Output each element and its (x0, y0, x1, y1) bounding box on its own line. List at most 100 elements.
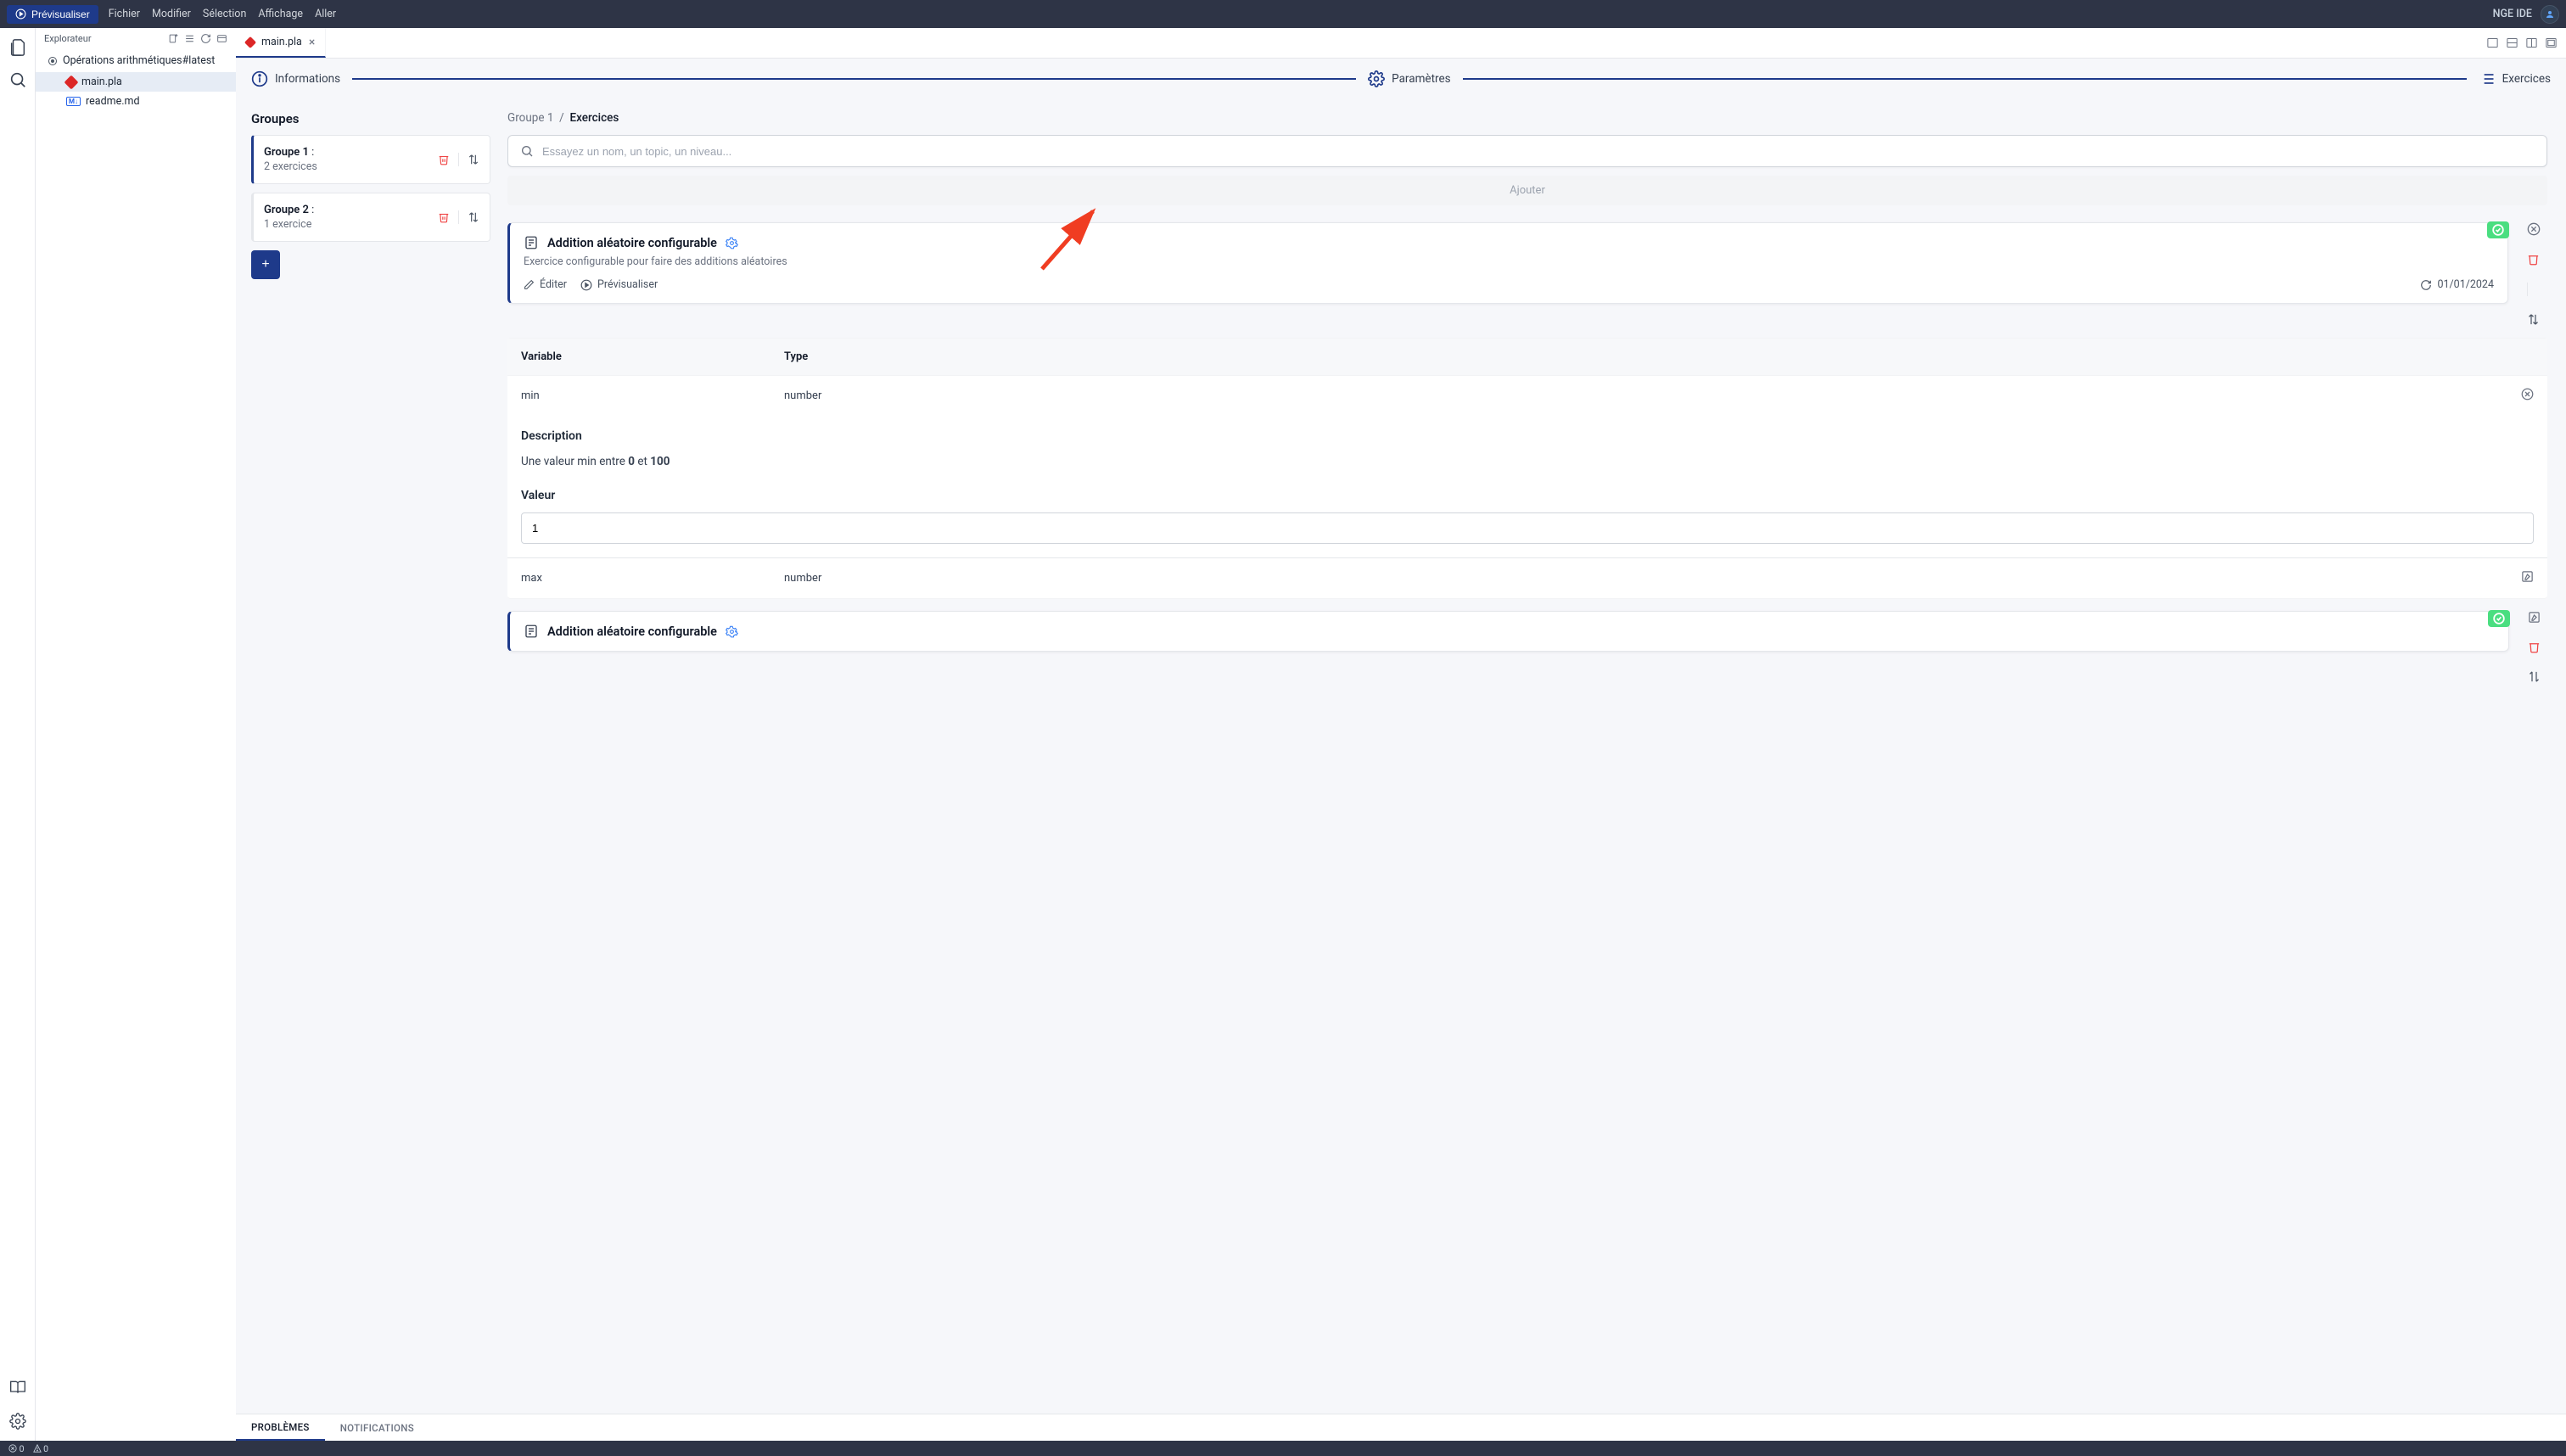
menu-go[interactable]: Aller (315, 8, 336, 20)
gear-icon[interactable] (726, 237, 738, 249)
activity-bar (0, 28, 36, 1441)
var-type: number (784, 389, 2500, 402)
search-icon (8, 70, 27, 89)
status-warnings[interactable]: 0 (33, 1443, 49, 1454)
add-group-button[interactable]: + (251, 250, 280, 279)
remove-circle-icon[interactable] (2527, 222, 2541, 236)
sort-icon[interactable] (468, 154, 479, 165)
trash-icon[interactable] (2528, 641, 2541, 653)
explorer-panel: Explorateur Opérations arithmétiques#lat… (36, 28, 236, 1441)
groups-title: Groupes (251, 111, 490, 126)
pla-file-icon (244, 36, 256, 48)
col-type: Type (784, 350, 2500, 363)
edit-button[interactable]: Éditer (524, 278, 567, 291)
info-icon (251, 70, 268, 87)
edit-square-icon[interactable] (2528, 611, 2541, 624)
group-card-2[interactable]: Groupe 2 : 1 exercice (251, 193, 490, 242)
exercise-card[interactable]: Addition aléatoire configurable (507, 611, 2509, 652)
status-errors[interactable]: 0 (8, 1443, 25, 1454)
exercise-card[interactable]: Addition aléatoire configurable Exercice… (507, 222, 2508, 304)
nav-label: Paramètres (1392, 72, 1450, 86)
settings-action[interactable] (7, 1410, 29, 1432)
nav-exercices[interactable]: Exercices (2479, 70, 2551, 87)
menu-selection[interactable]: Sélection (203, 8, 246, 20)
exercise-side-actions (2521, 611, 2547, 683)
breadcrumb-current: Exercices (569, 111, 619, 125)
status-badge (2487, 221, 2509, 238)
refresh-icon[interactable] (200, 33, 211, 44)
play-circle-icon (15, 8, 26, 20)
nav-label: Informations (275, 72, 340, 86)
menu-edit[interactable]: Modifier (152, 8, 191, 20)
check-circle-icon (2493, 613, 2505, 624)
trash-icon[interactable] (2527, 253, 2540, 266)
table-row: min number (507, 375, 2547, 416)
section-nav: Informations Paramètres Exercices (251, 70, 2551, 87)
docs-action[interactable] (7, 1376, 29, 1398)
exercise-side-actions (2520, 222, 2547, 326)
user-icon (2545, 9, 2555, 20)
remove-circle-icon[interactable] (2521, 388, 2534, 400)
close-panel-icon[interactable] (216, 33, 227, 44)
group-card-1[interactable]: Groupe 1 : 2 exercices (251, 135, 490, 184)
file-readme[interactable]: M↓ readme.md (36, 92, 236, 111)
trash-icon[interactable] (438, 154, 450, 165)
action-label: Éditer (540, 278, 567, 291)
action-label: Prévisualiser (597, 278, 658, 291)
table-header: Variable Type (507, 339, 2547, 375)
nav-informations[interactable]: Informations (251, 70, 340, 87)
md-file-icon: M↓ (66, 97, 81, 106)
tab-main-pla[interactable]: main.pla × (236, 28, 326, 58)
search-action[interactable] (7, 69, 29, 91)
explorer-action[interactable] (7, 36, 29, 59)
close-icon[interactable]: × (309, 36, 315, 49)
warning-icon (33, 1444, 42, 1453)
exercise-date: 01/01/2024 (2420, 278, 2494, 291)
sort-icon[interactable] (468, 211, 479, 223)
run-preview-button[interactable]: Prévisualiser (7, 5, 98, 24)
menu-bar: Fichier Modifier Sélection Affichage All… (109, 8, 336, 20)
menu-file[interactable]: Fichier (109, 8, 140, 20)
tab-label: main.pla (261, 36, 302, 48)
target-icon (48, 56, 58, 66)
tab-notifications[interactable]: Notifications (325, 1414, 429, 1441)
collapse-icon[interactable] (184, 33, 195, 44)
group-subtitle: 1 exercice (264, 218, 438, 231)
sort-icon[interactable] (2527, 313, 2540, 326)
search-box[interactable] (507, 135, 2547, 167)
add-exercise-button[interactable]: Ajouter (507, 176, 2547, 205)
preview-button[interactable]: Prévisualiser (580, 278, 658, 291)
search-input[interactable] (542, 145, 2535, 158)
breadcrumb-item[interactable]: Groupe 1 (507, 111, 553, 125)
layout-4-icon[interactable] (2545, 36, 2558, 49)
value-title: Valeur (521, 489, 2534, 502)
explorer-title: Explorateur (44, 33, 163, 44)
gear-icon (1368, 70, 1385, 87)
group-name: Groupe 1 (264, 146, 309, 159)
refresh-icon (2420, 279, 2432, 291)
edit-square-icon[interactable] (2521, 570, 2534, 583)
gear-icon[interactable] (726, 625, 738, 638)
variable-table: Variable Type min number Description (507, 338, 2547, 599)
new-file-icon[interactable] (168, 33, 179, 44)
exercise-title: Addition aléatoire configurable (547, 236, 717, 250)
sort-icon[interactable] (2528, 670, 2541, 683)
status-bar: 0 0 (0, 1441, 2566, 1456)
output-tabs: Problèmes Notifications (236, 1414, 2566, 1441)
nav-parametres[interactable]: Paramètres (1368, 70, 1450, 87)
layout-2-icon[interactable] (2506, 36, 2518, 49)
file-main-pla[interactable]: main.pla (36, 72, 236, 92)
table-row: max number (507, 557, 2547, 598)
layout-3-icon[interactable] (2525, 36, 2538, 49)
date-text: 01/01/2024 (2437, 278, 2494, 291)
menu-view[interactable]: Affichage (258, 8, 303, 20)
exercises-panel: Groupe 1 / Exercices Ajouter (507, 111, 2551, 1414)
avatar[interactable] (2541, 5, 2559, 24)
pencil-icon (524, 279, 535, 290)
value-input[interactable] (521, 512, 2534, 544)
file-label: main.pla (81, 76, 122, 88)
tab-problems[interactable]: Problèmes (236, 1414, 325, 1441)
trash-icon[interactable] (438, 211, 450, 223)
project-root[interactable]: Opérations arithmétiques#latest (36, 49, 236, 72)
layout-1-icon[interactable] (2486, 36, 2499, 49)
